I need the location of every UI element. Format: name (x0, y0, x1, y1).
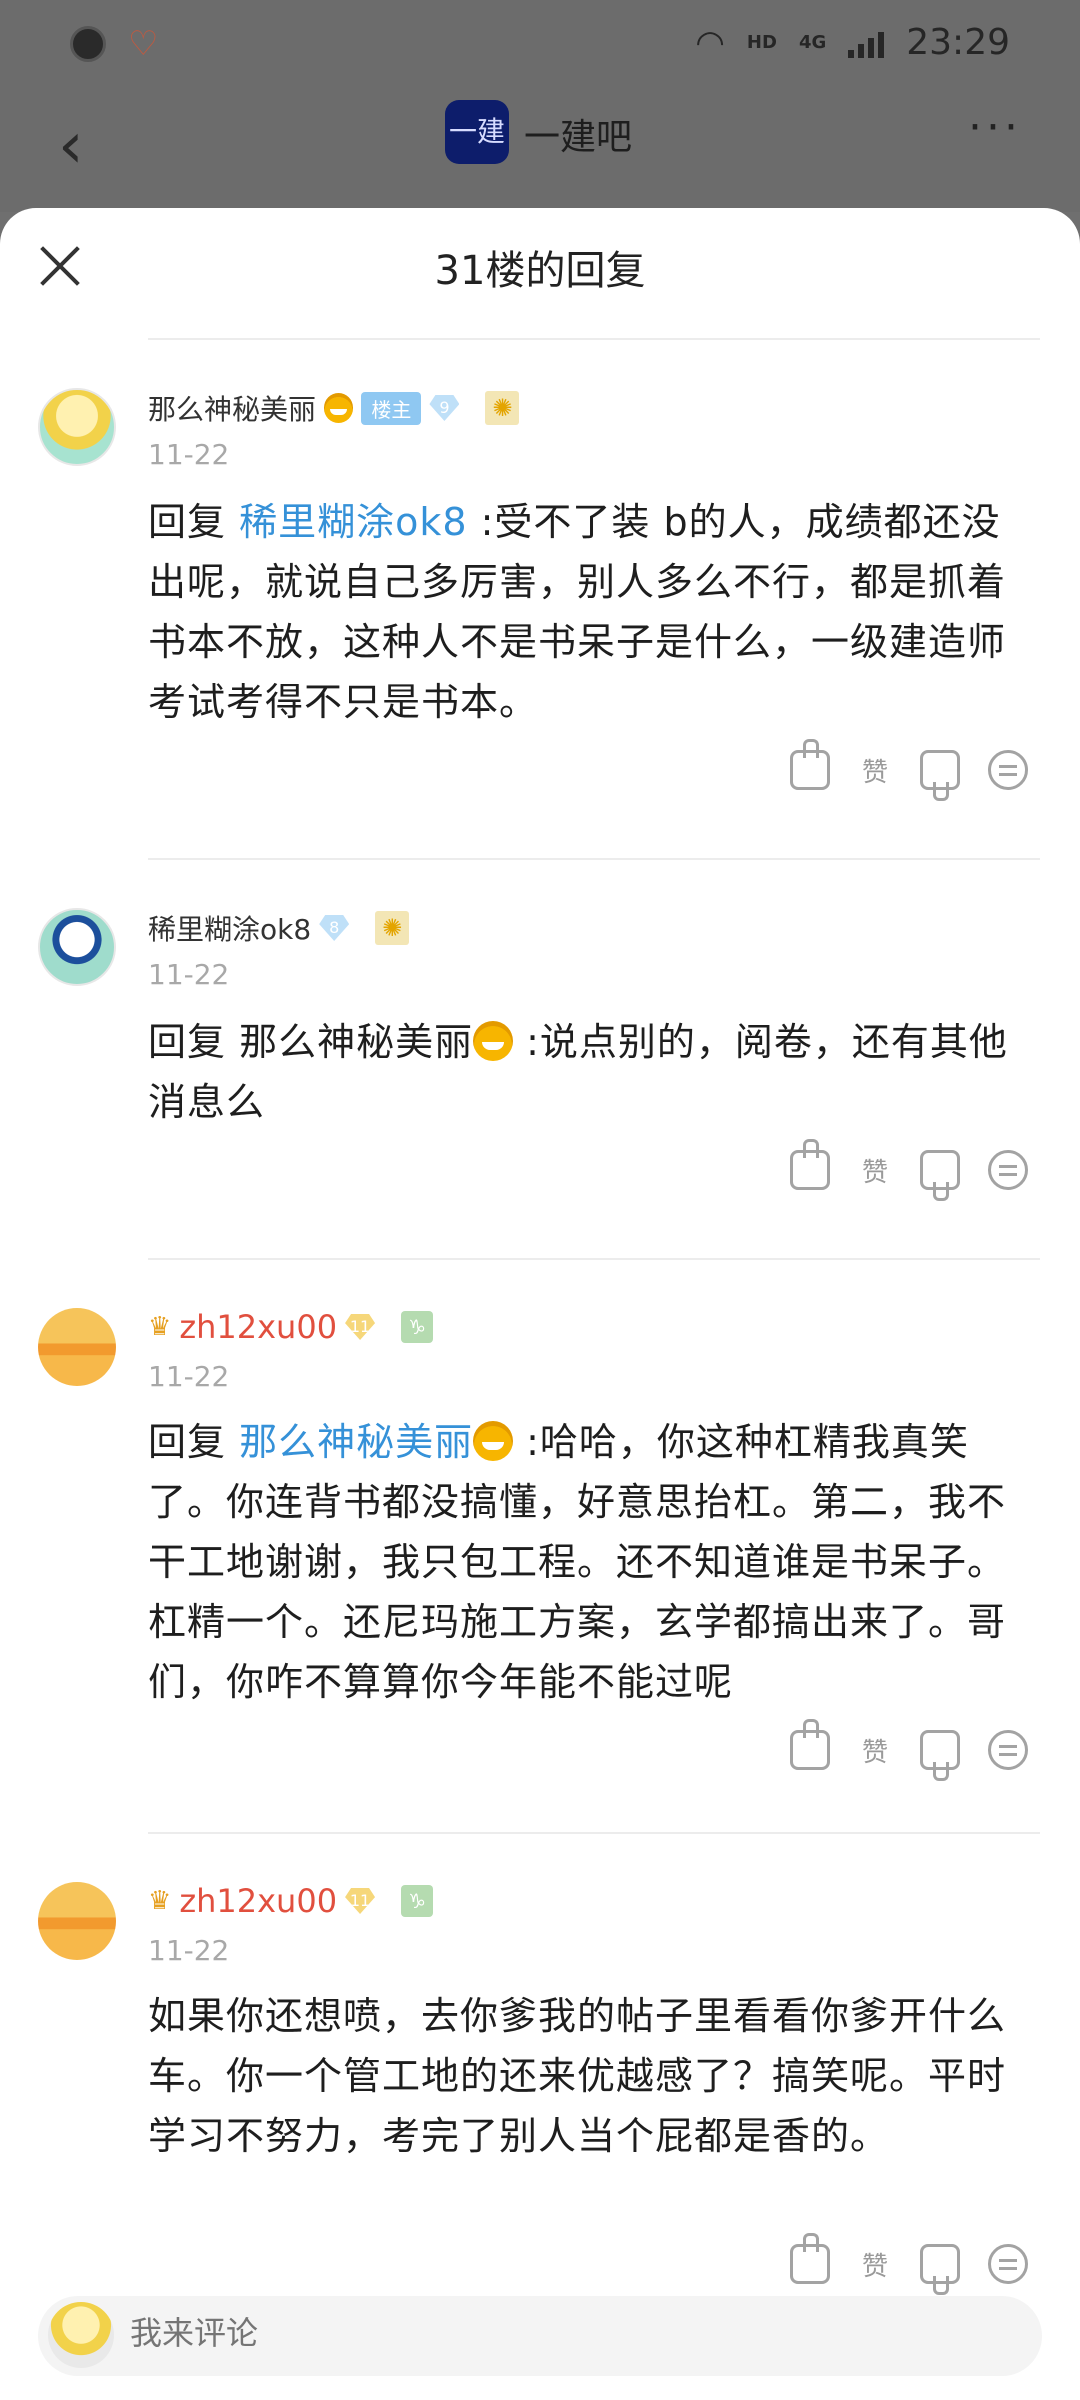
like-label[interactable]: 赞 (862, 752, 888, 789)
comment-bar[interactable] (38, 2296, 1042, 2376)
reply-prefix: 回复 (148, 500, 227, 544)
zodiac-badge-icon: ♑ (401, 1885, 434, 1917)
comment-input[interactable] (130, 2314, 930, 2352)
vip-crown-icon: ♛ (148, 1312, 172, 1342)
grin-emoji-icon (473, 1420, 514, 1461)
hd-label: HD (746, 32, 777, 53)
reply-content: 如果你还想喷，去你爹我的帖子里看看你爹开什么车。你一个管工地的还来优越感了？搞笑… (148, 1994, 1007, 2158)
like-icon[interactable] (790, 1139, 830, 1190)
reply-actions: 赞 (790, 1719, 1029, 1781)
reply-actions: 赞 (790, 2233, 1029, 2295)
reply-date: 11-22 (148, 1360, 230, 1393)
like-label[interactable]: 赞 (862, 1152, 888, 1189)
dislike-icon[interactable] (920, 750, 961, 801)
mention-link[interactable]: 稀里糊涂ok8 (239, 500, 467, 544)
sheet-header: 31楼的回复 (0, 208, 1080, 320)
signal-icon (848, 28, 885, 58)
comment-icon[interactable] (988, 1150, 1029, 1190)
dislike-icon[interactable] (920, 1730, 961, 1781)
avatar[interactable] (38, 1308, 116, 1386)
owner-badge: 楼主 (361, 391, 422, 425)
avatar[interactable] (38, 1882, 116, 1960)
sheet-title: 31楼的回复 (434, 248, 646, 294)
username[interactable]: zh12xu00 (179, 1882, 337, 1920)
username[interactable]: 那么神秘美丽 (148, 388, 316, 428)
divider (148, 858, 1040, 860)
my-avatar (48, 2302, 114, 2368)
reply-actions: 赞 (790, 739, 1029, 801)
avatar[interactable] (38, 908, 116, 986)
reply-date: 11-22 (148, 438, 230, 471)
username[interactable]: zh12xu00 (179, 1308, 337, 1346)
mention-link[interactable]: 那么神秘美丽 (239, 1420, 473, 1464)
wifi-icon: ◠ (695, 22, 725, 63)
clock: 23:29 (906, 22, 1010, 63)
reply-prefix: 回复 (148, 1420, 227, 1464)
dislike-icon[interactable] (920, 2244, 961, 2295)
reply-date: 11-22 (148, 1934, 230, 1967)
comment-icon[interactable] (988, 1730, 1029, 1770)
back-arrow-icon[interactable]: ‹ (58, 110, 84, 182)
level-badge-icon: 11 (345, 1888, 376, 1914)
divider (148, 338, 1040, 340)
comment-icon[interactable] (988, 2244, 1029, 2284)
avatar[interactable] (38, 388, 116, 466)
reply-actions: 赞 (790, 1139, 1029, 1201)
level-badge-icon: 8 (319, 915, 350, 941)
reply-content: 回复 那么神秘美丽 :说点别的，阅卷，还有其他消息么 (148, 1012, 1038, 1132)
reply-content: 回复 稀里糊涂ok8 :受不了装 b的人，成绩都还没出呢，就说自己多厉害，别人多… (148, 492, 1038, 732)
sun-badge-icon: ✺ (485, 391, 520, 425)
level-badge-icon: 9 (429, 395, 460, 421)
top-nav: ‹ 一建 一建吧 ··· (0, 92, 1080, 212)
comment-icon[interactable] (988, 750, 1029, 790)
forum-avatar[interactable]: 一建 (445, 100, 509, 164)
like-label[interactable]: 赞 (862, 1732, 888, 1769)
zodiac-badge-icon: ♑ (401, 1311, 434, 1343)
divider (148, 1258, 1040, 1260)
grin-emoji-icon (473, 1020, 513, 1061)
vip-crown-icon: ♛ (148, 1886, 172, 1916)
status-bar: ♡ ◠ HD 4G 23:29 (0, 0, 1080, 92)
more-options-icon[interactable]: ··· (968, 102, 1022, 153)
app-status-icon (70, 26, 106, 62)
grin-emoji-icon (324, 393, 354, 423)
network-type-label: 4G (798, 32, 827, 53)
reply-date: 11-22 (148, 958, 230, 991)
health-icon: ♡ (128, 24, 159, 64)
level-badge-icon: 11 (345, 1314, 376, 1340)
like-icon[interactable] (790, 739, 830, 790)
like-label[interactable]: 赞 (862, 2246, 888, 2283)
reply-content: 回复 那么神秘美丽 :哈哈，你这种杠精我真笑了。你连背书都没搞懂，好意思抬杠。第… (148, 1412, 1038, 1712)
divider (148, 1832, 1040, 1834)
reply-prefix: 回复 (148, 1020, 240, 1064)
dislike-icon[interactable] (920, 1150, 961, 1201)
mention-link[interactable]: 那么神秘美丽 (239, 1020, 473, 1064)
like-icon[interactable] (790, 2233, 830, 2284)
like-icon[interactable] (790, 1719, 830, 1770)
username[interactable]: 稀里糊涂ok8 (148, 908, 311, 948)
forum-name[interactable]: 一建吧 (524, 108, 632, 160)
sun-badge-icon: ✺ (375, 911, 410, 945)
reply-sheet: 31楼的回复 那么神秘美丽 楼主 9 ✺ 11-22 回复 稀里糊涂ok8 :受… (0, 208, 1080, 2400)
